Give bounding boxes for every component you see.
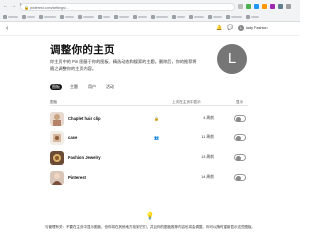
board-thumbnail bbox=[50, 112, 64, 126]
bookmark-icon bbox=[114, 14, 118, 19]
bookmark-icon bbox=[133, 14, 137, 19]
last-shown: 11 周前 bbox=[201, 135, 214, 139]
extension-icon[interactable] bbox=[246, 4, 251, 9]
show-toggle[interactable] bbox=[234, 174, 246, 181]
username[interactable]: lady Fashion bbox=[246, 25, 268, 31]
bookmark-icon bbox=[246, 14, 250, 19]
avatar[interactable]: L bbox=[238, 25, 244, 31]
bookmark-icon bbox=[151, 14, 155, 19]
bookmark-item[interactable] bbox=[151, 14, 168, 19]
bookmark-item[interactable] bbox=[226, 14, 242, 19]
show-toggle[interactable] bbox=[234, 134, 246, 141]
bookmark-item[interactable] bbox=[172, 14, 185, 19]
last-shown: 13 周前 bbox=[201, 155, 214, 159]
table-row[interactable]: Chaplet hair clip 🔒 4 周前 bbox=[50, 112, 248, 128]
bookmark-item[interactable] bbox=[114, 14, 129, 19]
bookmark-item[interactable] bbox=[246, 14, 259, 19]
bookmark-item[interactable] bbox=[3, 14, 18, 19]
column-header-show: 显示 bbox=[236, 100, 244, 104]
bookmark-icon bbox=[3, 14, 7, 19]
bookmarks-bar bbox=[3, 13, 297, 20]
bookmark-item[interactable] bbox=[98, 14, 110, 19]
board-thumbnail bbox=[50, 131, 64, 145]
bookmark-icon bbox=[98, 14, 102, 19]
forward-arrow-icon[interactable]: → bbox=[11, 4, 16, 9]
board-name: Fashion Jewelry bbox=[68, 155, 101, 160]
bookmark-item[interactable] bbox=[208, 14, 222, 19]
tab-bar: 图板 主题 用户 活动 bbox=[50, 84, 116, 90]
extension-icon[interactable] bbox=[254, 4, 259, 9]
bookmark-icon bbox=[22, 14, 26, 19]
bookmark-item[interactable] bbox=[78, 14, 94, 19]
table-header: 图板 上次在主页中显示 显示 bbox=[50, 100, 248, 106]
star-icon[interactable] bbox=[238, 4, 243, 9]
show-toggle[interactable] bbox=[234, 115, 246, 122]
menu-icon[interactable] bbox=[286, 4, 291, 9]
board-name: Chaplet hair clip bbox=[68, 116, 101, 121]
column-header-board: 图板 bbox=[50, 100, 58, 104]
tab-topics[interactable]: 主题 bbox=[68, 84, 80, 90]
bookmark-icon bbox=[208, 14, 212, 19]
extension-icons bbox=[238, 4, 291, 9]
tab-activity[interactable]: 活动 bbox=[104, 84, 116, 90]
tab-boards[interactable]: 图板 bbox=[50, 84, 62, 90]
group-icon: 👥 bbox=[154, 135, 159, 140]
tab-users[interactable]: 用户 bbox=[86, 84, 98, 90]
address-bar[interactable]: 🔒 pinterest.com/settings/... bbox=[20, 3, 235, 11]
last-shown: 14 周前 bbox=[201, 175, 214, 179]
page-title: 调整你的主页 bbox=[50, 44, 115, 56]
lightbulb-icon: 💡 bbox=[145, 213, 155, 220]
board-thumbnail bbox=[50, 171, 64, 185]
page-description: 你主页中的 Pin 图基于你的图板、精选动态和搜索的主题。删除后，你的推荐将随之… bbox=[50, 59, 197, 71]
lock-icon: 🔒 bbox=[24, 5, 29, 10]
board-name: case bbox=[68, 135, 78, 140]
chat-icon[interactable]: 💬 bbox=[227, 25, 233, 32]
bookmark-item[interactable] bbox=[189, 14, 204, 19]
table-row[interactable]: Fashion Jewelry 13 周前 bbox=[50, 151, 248, 167]
table-row[interactable]: Pinterest 14 周前 bbox=[50, 171, 248, 187]
bookmark-icon bbox=[172, 14, 176, 19]
bell-icon[interactable]: 🔔 bbox=[216, 25, 222, 32]
browser-chrome: ← → ↻ 🔒 pinterest.com/settings/... bbox=[0, 0, 300, 22]
board-name: Pinterest bbox=[68, 175, 86, 180]
app-header: ‹ 🔔 💬 L lady Fashion bbox=[0, 22, 300, 36]
show-toggle[interactable] bbox=[234, 154, 246, 161]
bookmark-icon bbox=[189, 14, 193, 19]
bookmark-item[interactable] bbox=[39, 14, 56, 19]
lock-icon: 🔒 bbox=[154, 116, 159, 121]
board-thumbnail bbox=[50, 151, 64, 165]
bookmark-item[interactable] bbox=[60, 14, 74, 19]
profile-avatar[interactable]: L bbox=[217, 44, 247, 74]
bookmark-item[interactable] bbox=[133, 14, 147, 19]
extension-icon[interactable] bbox=[262, 4, 267, 9]
bookmark-icon bbox=[60, 14, 64, 19]
bookmark-icon bbox=[78, 14, 82, 19]
extension-icon[interactable] bbox=[278, 4, 283, 9]
extension-icon[interactable] bbox=[270, 4, 275, 9]
bookmark-icon bbox=[226, 14, 230, 19]
url-text: pinterest.com/settings/... bbox=[30, 6, 69, 10]
back-icon[interactable]: ‹ bbox=[6, 24, 8, 33]
bookmark-icon bbox=[39, 14, 43, 19]
back-arrow-icon[interactable]: ← bbox=[3, 4, 8, 9]
header-icons: 🔔 💬 bbox=[216, 25, 233, 32]
footer-note: 与管理有关：不要在主页中显示图板，但你将在其他地方找到它们，并且你的图板推荐内容… bbox=[45, 225, 255, 229]
last-shown: 4 周前 bbox=[203, 116, 214, 120]
column-header-updated: 上次在主页中显示 bbox=[172, 100, 201, 104]
bookmark-item[interactable] bbox=[22, 14, 35, 19]
table-row[interactable]: case 👥 11 周前 bbox=[50, 131, 248, 147]
